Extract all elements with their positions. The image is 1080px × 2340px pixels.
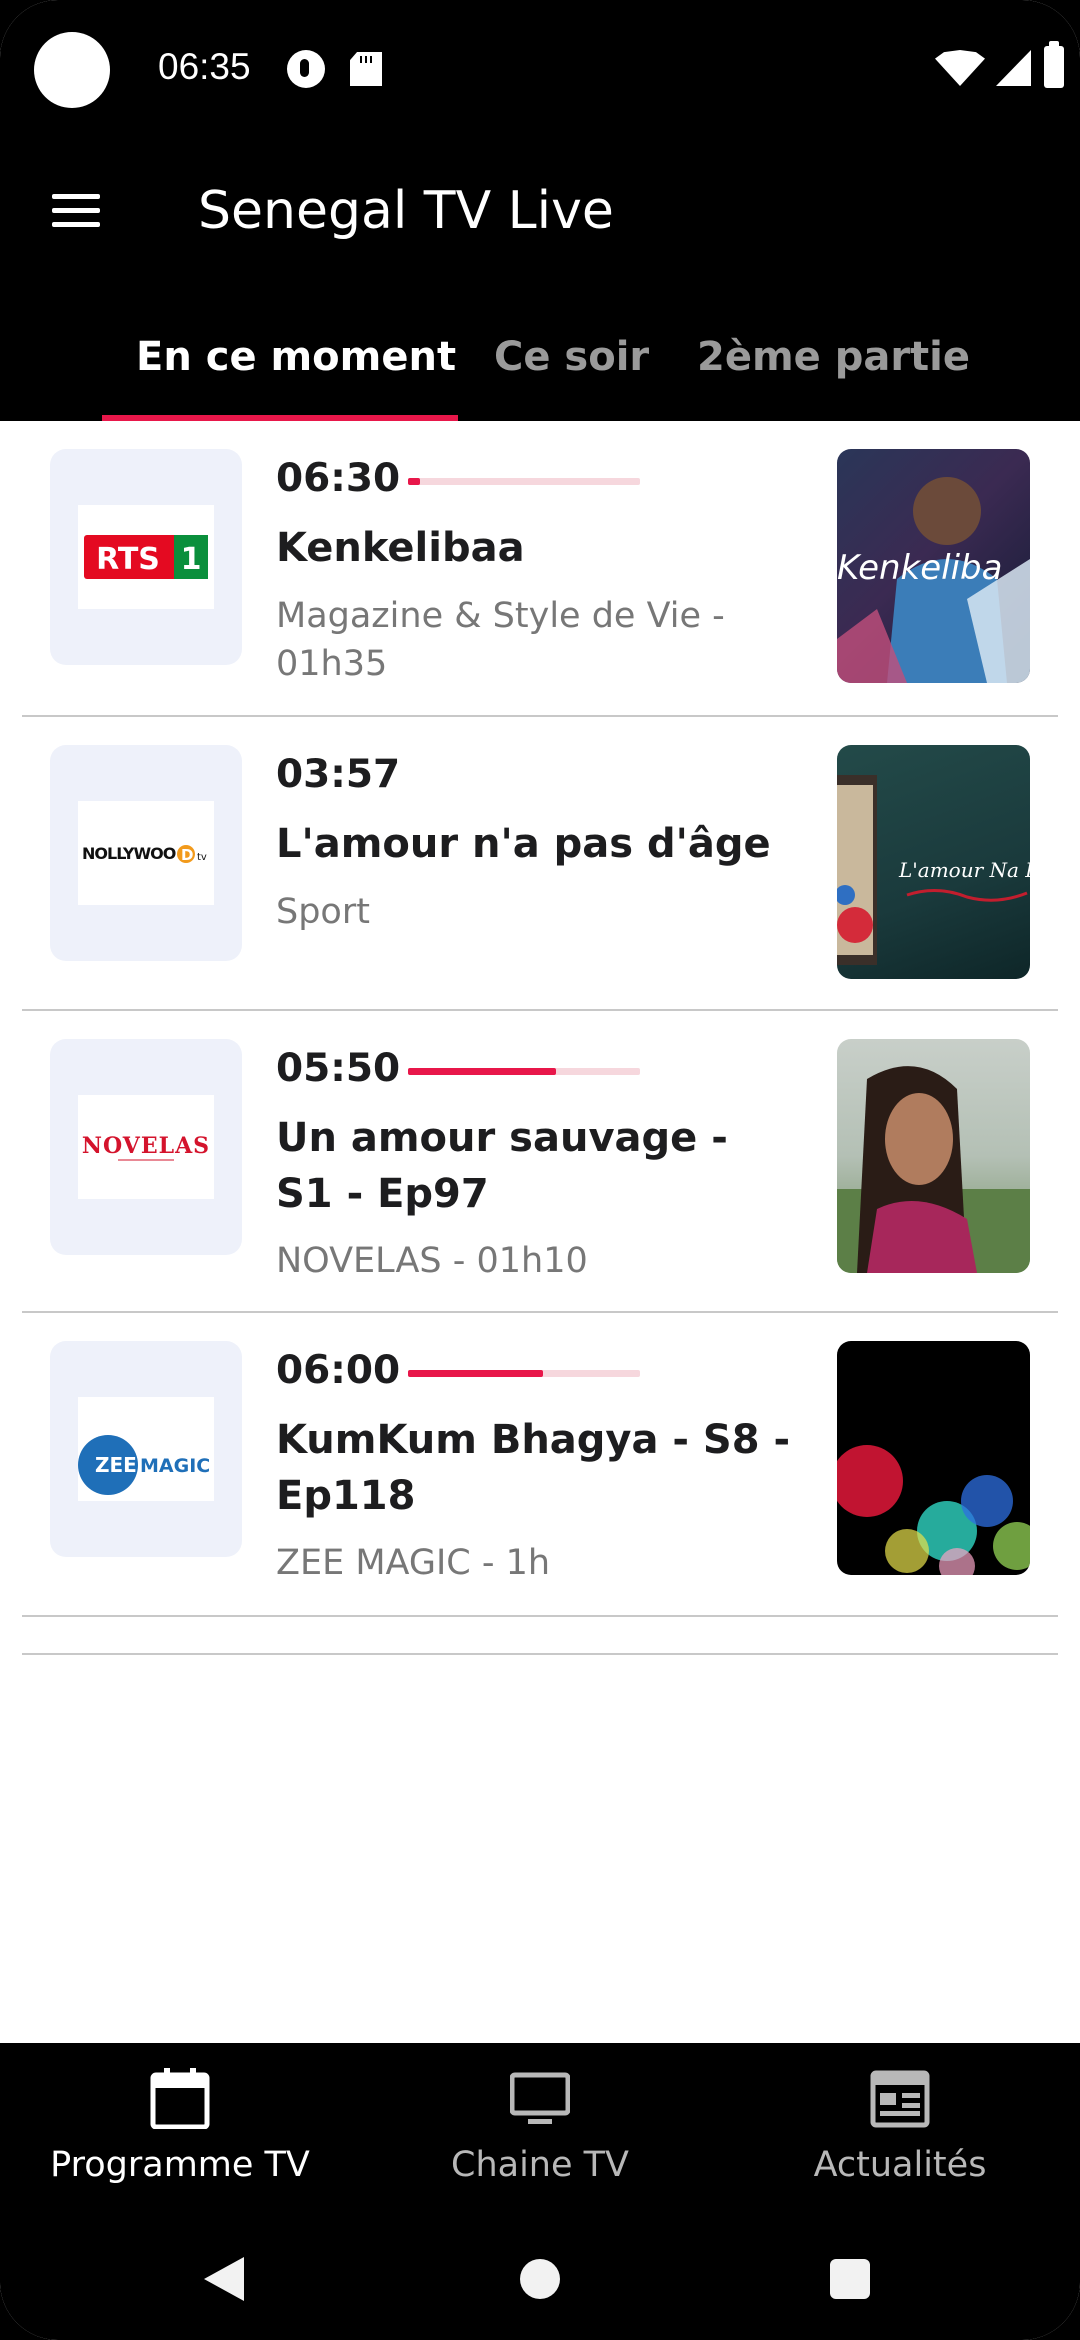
program-title: KumKum Bhagya - S8 - Ep118 xyxy=(276,1417,791,1519)
thumbnail-text: Kenkeliba xyxy=(837,548,1002,588)
tab-en-ce-moment[interactable]: En ce moment xyxy=(136,283,456,421)
channel-logo-rts1: RTS 1 xyxy=(78,505,214,609)
channel-card[interactable]: ZEE MAGIC xyxy=(50,1341,242,1557)
program-thumbnail[interactable]: L'amour Na P xyxy=(837,745,1030,979)
nav-actualites[interactable]: Actualités xyxy=(720,2043,1080,2229)
channel-logo-zeemagic: ZEE MAGIC xyxy=(78,1397,214,1501)
program-time: 06:30 xyxy=(276,456,401,501)
channel-logo-nollywood: NOLLYWOO D tv xyxy=(78,801,214,905)
battery-icon xyxy=(1044,41,1064,88)
svg-text:ZEE: ZEE xyxy=(95,1453,137,1477)
wifi-icon xyxy=(935,50,985,86)
channel-card[interactable]: NOVELAS xyxy=(50,1039,242,1255)
progress-fill xyxy=(408,1068,557,1075)
program-thumbnail[interactable] xyxy=(837,1039,1030,1273)
recent-apps-icon[interactable] xyxy=(830,2259,870,2299)
thumbnail-text: L'amour Na P xyxy=(898,858,1030,882)
signal-icon xyxy=(996,50,1031,86)
nav-label: Actualités xyxy=(813,2145,987,2185)
program-time: 05:50 xyxy=(276,1046,401,1091)
program-time: 06:00 xyxy=(276,1348,401,1393)
status-bar: 06:35 xyxy=(0,0,1080,138)
program-meta: Sport xyxy=(276,892,370,932)
channel-logo-novelas: NOVELAS xyxy=(78,1095,214,1199)
progress-fill xyxy=(408,478,420,485)
svg-text:RTS: RTS xyxy=(96,542,160,577)
system-nav-bar xyxy=(0,2229,1080,2340)
progress-bar xyxy=(408,1370,640,1377)
back-icon[interactable] xyxy=(204,2257,244,2301)
program-row-un-amour-sauvage[interactable]: NOVELAS 05:50 Un amour sauvage - S1 - Ep… xyxy=(22,1011,1058,1313)
nav-programme-tv[interactable]: Programme TV xyxy=(0,2043,360,2229)
progress-bar xyxy=(408,1068,640,1075)
program-time: 03:57 xyxy=(276,752,401,797)
tv-icon xyxy=(510,2072,570,2124)
program-meta: NOVELAS - 01h10 xyxy=(276,1241,588,1281)
menu-icon[interactable] xyxy=(48,190,104,230)
news-icon xyxy=(870,2070,930,2128)
program-title: Un amour sauvage - S1 - Ep97 xyxy=(276,1115,728,1217)
bottom-nav: Programme TV Chaine TV Actualités xyxy=(0,2043,1080,2229)
app-bar: Senegal TV Live xyxy=(0,138,1080,283)
nav-label: Programme TV xyxy=(50,2145,310,2185)
tab-bar: En ce moment Ce soir 2ème partie xyxy=(0,283,1080,421)
app-title: Senegal TV Live xyxy=(198,181,614,241)
list-divider xyxy=(22,1653,1058,1655)
svg-text:1: 1 xyxy=(181,542,202,577)
svg-text:NOLLYWOO: NOLLYWOO xyxy=(82,844,176,863)
svg-text:D: D xyxy=(181,846,193,864)
home-icon[interactable] xyxy=(520,2259,560,2299)
program-thumbnail[interactable] xyxy=(837,1341,1030,1575)
nav-label: Chaine TV xyxy=(451,2145,629,2185)
nav-chaine-tv[interactable]: Chaine TV xyxy=(360,2043,720,2229)
program-title: Kenkelibaa xyxy=(276,525,525,571)
program-meta: Magazine & Style de Vie - 01h35 xyxy=(276,596,725,684)
program-meta: ZEE MAGIC - 1h xyxy=(276,1543,551,1583)
svg-text:tv: tv xyxy=(197,852,207,863)
program-row-kumkum-bhagya[interactable]: ZEE MAGIC 06:00 KumKum Bhagya - S8 - Ep1… xyxy=(22,1313,1058,1617)
camera-cutout xyxy=(34,32,110,108)
svg-text:NOVELAS: NOVELAS xyxy=(82,1133,210,1159)
vpn-icon xyxy=(287,50,325,88)
svg-text:MAGIC: MAGIC xyxy=(140,1455,210,1477)
progress-bar xyxy=(408,478,640,485)
program-title: L'amour n'a pas d'âge xyxy=(276,821,771,867)
status-time: 06:35 xyxy=(158,46,251,87)
tab-ce-soir[interactable]: Ce soir xyxy=(494,283,649,421)
sd-card-icon xyxy=(350,52,382,86)
progress-fill xyxy=(408,1370,543,1377)
program-row-kenkelibaa[interactable]: RTS 1 06:30 Kenkelibaa Magazine & Style … xyxy=(22,421,1058,717)
program-row-lamour[interactable]: NOLLYWOO D tv 03:57 L'amour n'a pas d'âg… xyxy=(22,717,1058,1011)
program-thumbnail[interactable]: Kenkeliba xyxy=(837,449,1030,683)
tab-2eme-partie[interactable]: 2ème partie xyxy=(697,283,970,421)
device-screen: 06:35 Senegal TV Live En ce moment Ce so… xyxy=(0,0,1080,2340)
calendar-icon xyxy=(150,2068,210,2129)
channel-card[interactable]: RTS 1 xyxy=(50,449,242,665)
channel-card[interactable]: NOLLYWOO D tv xyxy=(50,745,242,961)
